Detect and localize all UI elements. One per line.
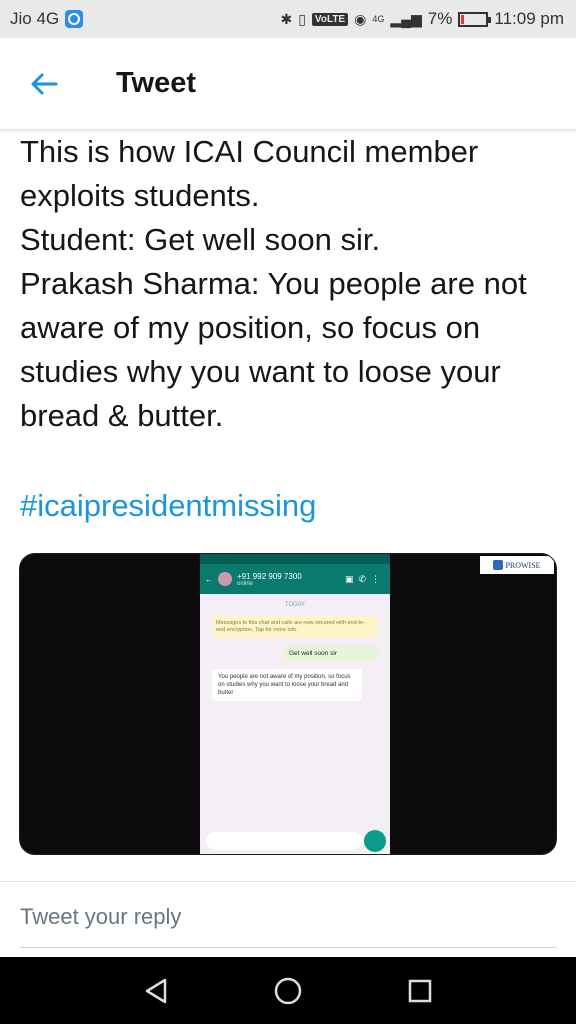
clock: 11:09 pm bbox=[494, 9, 564, 28]
square-recents-icon bbox=[408, 979, 432, 1002]
phone-status-bar bbox=[200, 554, 390, 564]
divider bbox=[0, 881, 576, 882]
watermark-text: PROWISE bbox=[505, 560, 541, 570]
eye-icon: ◉ bbox=[354, 10, 367, 27]
reply-input[interactable]: Tweet your reply bbox=[20, 904, 181, 930]
chat-actions-icon: ▣✆⋮ bbox=[344, 573, 385, 584]
chat-input bbox=[206, 832, 362, 850]
triangle-back-icon bbox=[145, 978, 167, 1003]
chat-contact-number: +91 992 909 7300 bbox=[237, 571, 302, 581]
vibrate-icon: ▯ bbox=[298, 10, 306, 27]
carrier-label: Jio 4G bbox=[10, 9, 60, 28]
system-nav-bar bbox=[0, 957, 576, 1024]
nav-recents-button[interactable] bbox=[395, 966, 445, 1016]
tweet-text: This is how ICAI Council member exploits… bbox=[20, 134, 527, 433]
chat-screenshot: ← +91 992 909 7300 online ▣✆⋮ TODAY Mess… bbox=[200, 554, 390, 854]
signal-icon: ▂▄▆ bbox=[390, 10, 422, 27]
bluetooth-icon: ✱ bbox=[280, 10, 293, 27]
chat-header: ← +91 992 909 7300 online ▣✆⋮ bbox=[200, 564, 390, 594]
circle-home-icon bbox=[274, 977, 302, 1004]
battery-percent: 7% bbox=[427, 9, 453, 28]
logo-mark-icon bbox=[493, 560, 504, 570]
encryption-notice: Messages to this chat and calls are now … bbox=[212, 616, 378, 638]
tweet-media[interactable]: ← +91 992 909 7300 online ▣✆⋮ TODAY Mess… bbox=[19, 553, 557, 855]
back-button[interactable] bbox=[14, 54, 74, 114]
status-right: ✱ ▯ VoLTE ◉ 4G ▂▄▆ 7% 11:09 pm bbox=[280, 9, 564, 29]
status-left: Jio 4G bbox=[10, 9, 84, 29]
chat-contact-status: online bbox=[237, 580, 254, 587]
app-header: Tweet bbox=[0, 38, 576, 130]
status-bar: Jio 4G ✱ ▯ VoLTE ◉ 4G ▂▄▆ 7% 11:09 pm bbox=[0, 0, 576, 38]
nav-home-button[interactable] bbox=[263, 966, 313, 1016]
mic-icon bbox=[364, 830, 386, 852]
outgoing-message: Get well soon sir bbox=[283, 646, 378, 661]
hashtag-link[interactable]: #icaipresidentmissing bbox=[20, 484, 316, 528]
nav-back-button[interactable] bbox=[131, 966, 181, 1016]
avatar bbox=[218, 572, 232, 586]
shield-icon bbox=[65, 10, 84, 28]
network-label: 4G bbox=[372, 14, 385, 24]
chat-contact: +91 992 909 7300 online bbox=[237, 572, 340, 587]
chat-day-label: TODAY bbox=[284, 602, 306, 608]
watermark-logo: PROWISE bbox=[480, 556, 554, 574]
arrow-left-icon bbox=[31, 73, 58, 94]
incoming-message: You people are not aware of my position,… bbox=[212, 669, 362, 701]
battery-icon bbox=[458, 11, 492, 27]
volte-badge: VoLTE bbox=[311, 12, 349, 26]
page-title: Tweet bbox=[116, 67, 197, 99]
chat-back-icon: ← bbox=[205, 574, 213, 584]
reply-underline bbox=[20, 947, 557, 948]
